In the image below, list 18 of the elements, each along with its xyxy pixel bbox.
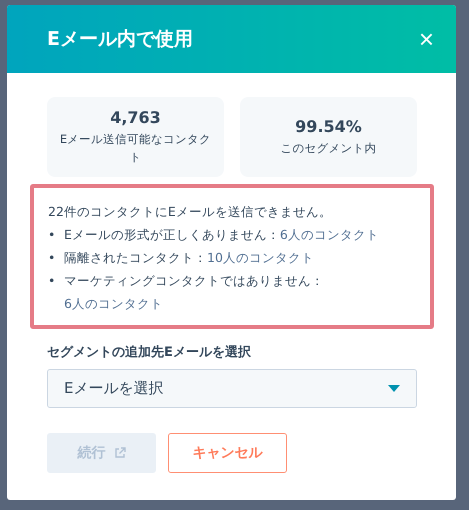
dialog-title: Eメール内で使用 bbox=[47, 27, 193, 52]
email-dropdown[interactable]: Eメールを選択 bbox=[47, 369, 417, 408]
stat-value: 4,763 bbox=[110, 108, 161, 128]
warning-reason: マーケティングコンタクトではありません： bbox=[64, 273, 324, 288]
bullet: • bbox=[48, 272, 56, 290]
stat-label: Eメール送信可能なコンタクト bbox=[58, 131, 212, 166]
stat-label: このセグメント内 bbox=[280, 140, 376, 157]
contacts-link[interactable]: 10人のコンタクト bbox=[207, 250, 314, 265]
bullet: • bbox=[48, 249, 56, 267]
contacts-link[interactable]: 6人のコンタクト bbox=[280, 227, 379, 242]
contacts-link[interactable]: 6人のコンタクト bbox=[64, 296, 163, 311]
bullet: • bbox=[48, 226, 56, 244]
warning-message: 22件のコンタクトにEメールを送信できません。 bbox=[48, 203, 333, 221]
field-label: セグメントの追加先Eメールを選択 bbox=[47, 344, 252, 361]
warning-reason: 隔離されたコンタクト： bbox=[64, 250, 207, 265]
warning-reason: Eメールの形式が正しくありません： bbox=[64, 227, 280, 242]
stat-value: 99.54% bbox=[295, 116, 362, 136]
caret-icon bbox=[388, 385, 400, 392]
